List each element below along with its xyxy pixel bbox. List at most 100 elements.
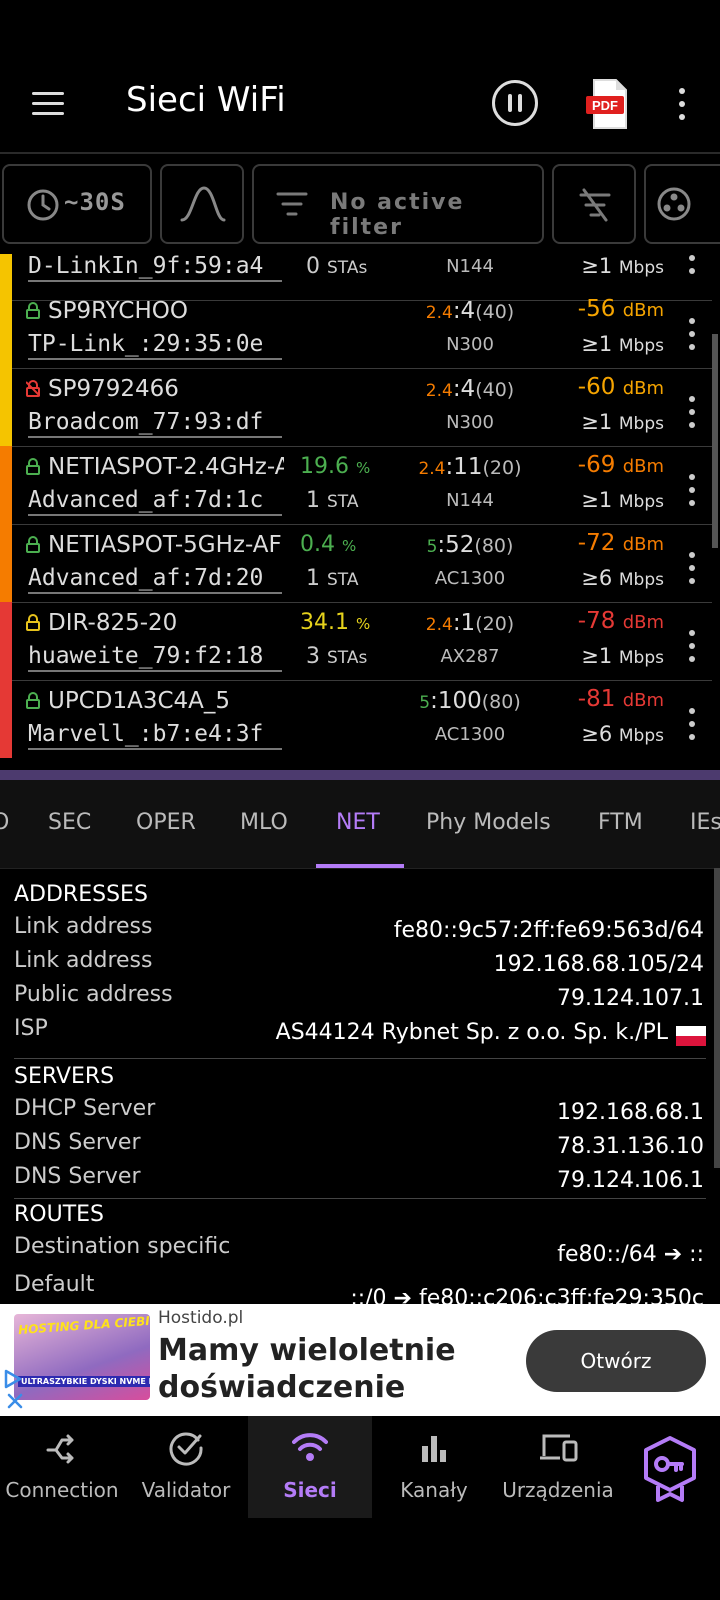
station-count: 3 STAs <box>306 644 368 669</box>
signal-strength: -72 dBm <box>577 530 664 556</box>
tab-sec[interactable]: SEC <box>48 810 91 835</box>
detail-label: ISP <box>14 1016 48 1041</box>
tab-phy-models[interactable]: Phy Models <box>426 810 551 835</box>
pdf-export-button[interactable]: PDF <box>586 78 630 130</box>
signal-quality-bar <box>0 602 12 680</box>
row-menu-icon[interactable] <box>688 318 696 352</box>
detail-label: Link address <box>14 948 153 973</box>
row-menu-icon[interactable] <box>688 474 696 508</box>
tab-o[interactable]: O <box>0 810 9 835</box>
nav-connection[interactable]: Connection <box>0 1416 124 1518</box>
premium-badge-button[interactable] <box>640 1434 700 1504</box>
link-rate: ≥1 Mbps <box>581 332 664 356</box>
nav-label: Urządzenia <box>502 1478 614 1502</box>
row-menu-icon[interactable] <box>688 396 696 430</box>
wifi-standard: AX287 <box>440 646 500 667</box>
ad-open-button[interactable]: Otwórz <box>526 1330 706 1392</box>
pane-divider-handle[interactable] <box>0 770 720 780</box>
network-row[interactable]: NETIASPOT-5GHz-AF Advanced_af:7d:20 0.4 … <box>0 524 712 603</box>
filter-button[interactable]: No active filter <box>252 164 544 244</box>
scan-interval-label: ~30S <box>64 188 126 216</box>
signal-curve-icon <box>180 186 226 222</box>
ssid: UPCD1A3C4A_5 <box>48 688 231 714</box>
network-row[interactable]: NETIASPOT-2.4GHz-AF Advanced_af:7d:1c 19… <box>0 446 712 525</box>
tab-mlo[interactable]: MLO <box>240 810 288 835</box>
network-row[interactable]: SP9792466 Broadcom_77:93:df 2.4:4(40) N3… <box>0 368 712 447</box>
bssid: TP-Link_:29:35:0e <box>28 330 282 360</box>
group-button[interactable] <box>644 164 720 244</box>
ad-image-text: HOSTING DLA CIEBIE! <box>17 1314 150 1338</box>
poland-flag-icon <box>676 1026 706 1046</box>
bar-chart-icon <box>422 1436 446 1462</box>
lock-icon <box>26 692 40 709</box>
detail-label: Public address <box>14 982 173 1007</box>
page-title: Sieci WiFi <box>126 80 286 120</box>
more-options-icon[interactable] <box>670 84 694 124</box>
ad-banner[interactable]: HOSTING DLA CIEBIE! ULTRASZYBKIE DYSKI N… <box>0 1304 720 1416</box>
network-row[interactable]: DIR-825-20 huaweite_79:f2:18 34.1 % 3 ST… <box>0 602 712 681</box>
tab-net[interactable]: NET <box>336 810 380 835</box>
ssid: DIR-825-20 <box>48 610 178 636</box>
ad-image[interactable]: HOSTING DLA CIEBIE! ULTRASZYBKIE DYSKI N… <box>14 1314 150 1400</box>
wifi-standard: N144 <box>446 490 494 511</box>
channel-utilization: 19.6 % <box>300 454 371 479</box>
nav-label: Sieci <box>283 1478 337 1502</box>
nav-label: Connection <box>5 1478 119 1502</box>
row-menu-icon[interactable] <box>688 552 696 586</box>
wifi-standard: AC1300 <box>434 724 506 745</box>
wifi-standard: N144 <box>446 256 494 277</box>
clear-filter-button[interactable] <box>552 164 636 244</box>
detail-label: DHCP Server <box>14 1096 156 1121</box>
menu-icon[interactable] <box>26 84 70 124</box>
filter-icon <box>276 192 308 216</box>
detail-label: DNS Server <box>14 1164 141 1189</box>
detail-scrollbar[interactable] <box>714 868 720 1168</box>
separator <box>14 1198 706 1199</box>
wifi-standard: N300 <box>446 412 494 433</box>
row-menu-icon[interactable] <box>688 708 696 742</box>
station-count: 0 STAs <box>306 254 368 279</box>
channel-info: 2.4:4(40) <box>425 376 515 402</box>
network-row[interactable]: SP9RYCHOO TP-Link_:29:35:0e 2.4:4(40) N3… <box>0 290 712 369</box>
devices-icon <box>540 1434 578 1462</box>
link-rate: ≥6 Mbps <box>581 566 664 590</box>
detail-value: AS44124 Rybnet Sp. z o.o. Sp. k./PL <box>275 1020 668 1045</box>
detail-label: DNS Server <box>14 1130 141 1155</box>
link-rate: ≥1 Mbps <box>581 488 664 512</box>
lock-icon <box>26 302 40 319</box>
detail-label: Destination specific <box>14 1234 231 1259</box>
row-menu-icon[interactable] <box>688 630 696 664</box>
list-scrollbar[interactable] <box>712 334 718 548</box>
detail-value: 79.124.106.1 <box>557 1168 704 1193</box>
tab-oper[interactable]: OPER <box>136 810 196 835</box>
tab-ftm[interactable]: FTM <box>598 810 643 835</box>
ad-choices-icon[interactable] <box>2 1368 24 1390</box>
signal-quality-bar <box>0 680 12 758</box>
tab-ies[interactable]: IEs <box>690 810 720 835</box>
separator <box>14 1058 706 1059</box>
ssid: SP9RYCHOO <box>48 298 188 324</box>
section-title-servers: SERVERS <box>14 1064 115 1089</box>
detail-value: 79.124.107.1 <box>557 986 704 1011</box>
ad-source: Hostido.pl <box>158 1308 244 1328</box>
connection-icon <box>46 1434 74 1464</box>
bssid: Advanced_af:7d:20 <box>28 564 282 594</box>
network-row[interactable]: UPCD1A3C4A_5 Marvell_:b7:e4:3f 5:100(80)… <box>0 680 712 758</box>
network-list[interactable]: D-LinkIn_9f:59:a4 0 STAs N144 ≥1 Mbps SP… <box>0 254 712 768</box>
pause-icon[interactable] <box>492 80 538 126</box>
channel-info: 5:100(80) <box>419 688 521 714</box>
nav-urzadzenia[interactable]: Urządzenia <box>496 1416 620 1518</box>
channel-utilization: 0.4 % <box>300 532 357 557</box>
signal-quality-bar <box>0 524 12 602</box>
channel-info: 2.4:4(40) <box>425 298 515 324</box>
scan-interval-button[interactable]: ~30S <box>2 164 152 244</box>
section-title-routes: ROUTES <box>14 1202 105 1227</box>
signal-strength: -78 dBm <box>577 608 664 634</box>
nav-sieci[interactable]: Sieci <box>248 1416 372 1518</box>
ad-image-subtext: ULTRASZYBKIE DYSKI NVME DARMOWA MIGRACJA <box>18 1376 150 1387</box>
row-menu-icon[interactable] <box>688 254 696 276</box>
nav-kanaly[interactable]: Kanały <box>372 1416 496 1518</box>
graph-mode-button[interactable] <box>160 164 244 244</box>
ad-close-icon[interactable] <box>6 1392 24 1410</box>
nav-validator[interactable]: Validator <box>124 1416 248 1518</box>
